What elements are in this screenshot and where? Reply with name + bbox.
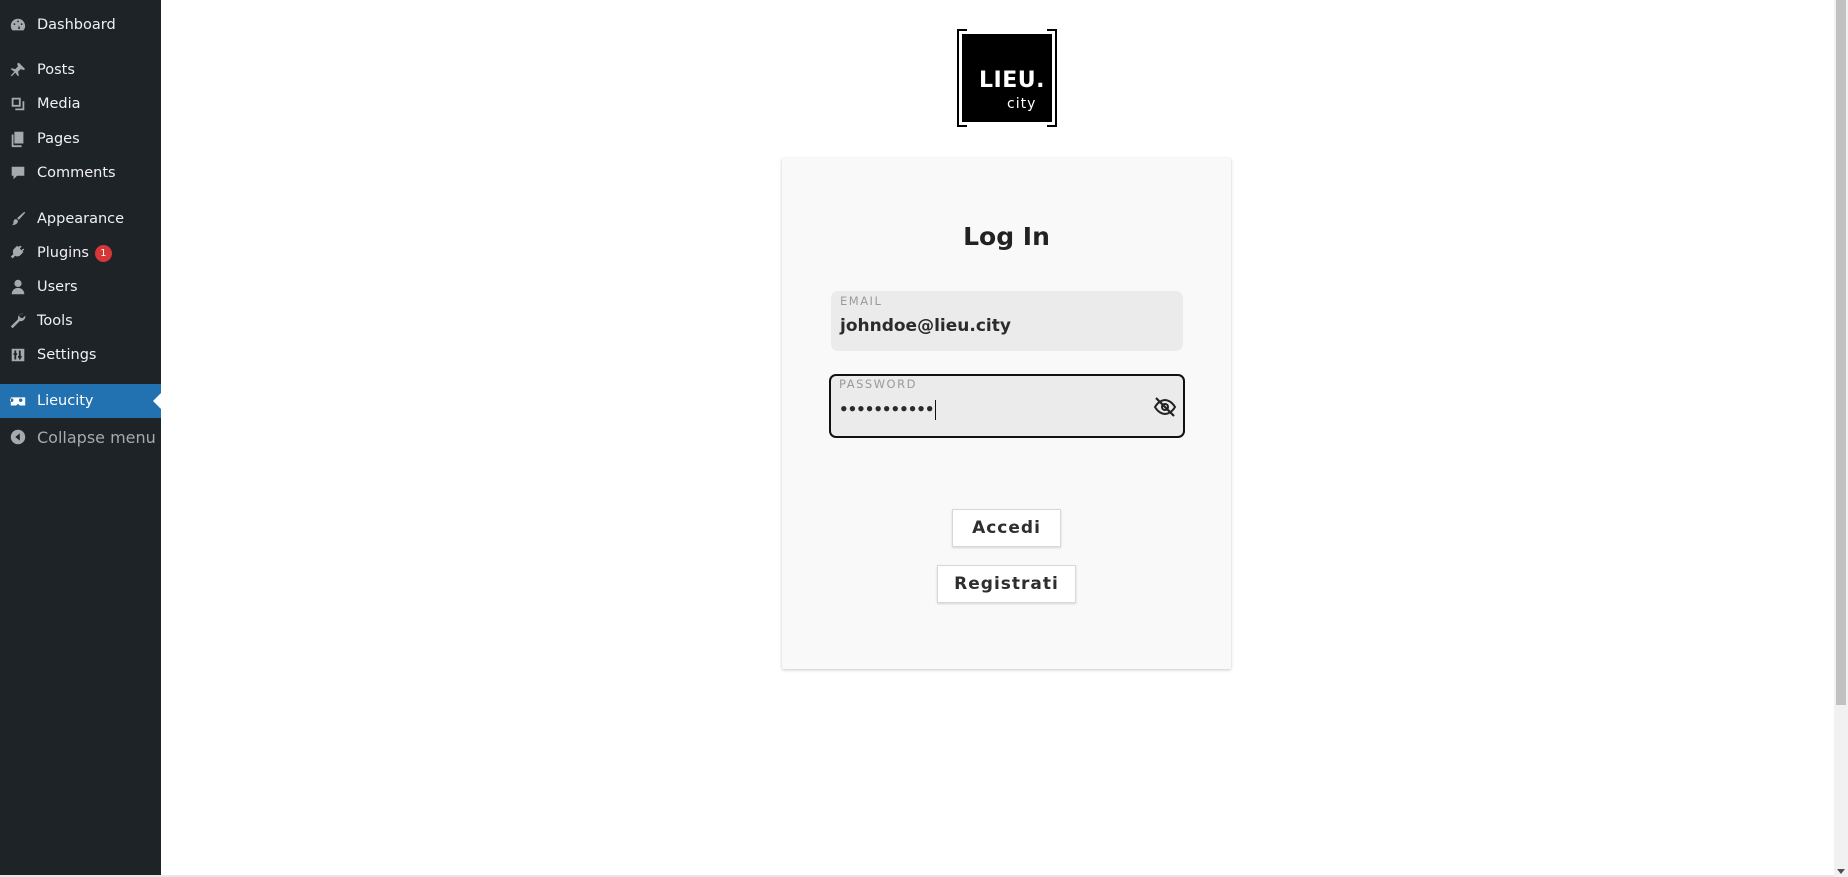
pages-icon: [8, 129, 28, 149]
sidebar-item-comments[interactable]: Comments: [0, 156, 161, 190]
text-caret: [935, 400, 937, 420]
vertical-scrollbar[interactable]: [1834, 0, 1848, 877]
sidebar-item-label: Posts: [37, 62, 75, 78]
sidebar-item-label: Comments: [37, 165, 116, 181]
user-icon: [8, 277, 28, 297]
sidebar-item-label: Users: [37, 279, 78, 295]
paintbrush-icon: [8, 209, 28, 229]
sidebar-item-lieucity[interactable]: Lieucity: [0, 384, 161, 418]
password-value: •••••••••••: [839, 400, 937, 420]
wrench-icon: [8, 311, 28, 331]
sidebar-item-pages[interactable]: Pages: [0, 122, 161, 156]
login-title: Log In: [963, 222, 1050, 251]
comment-icon: [8, 163, 28, 183]
hide-password-icon[interactable]: [1153, 396, 1177, 418]
settings-icon: [8, 345, 28, 365]
sidebar-item-label: Tools: [37, 313, 73, 329]
sidebar-item-settings[interactable]: Settings: [0, 338, 161, 372]
sidebar-item-label: Dashboard: [37, 17, 116, 33]
email-field[interactable]: EMAIL johndoe@lieu.city: [831, 291, 1183, 351]
sidebar-item-label: Appearance: [37, 211, 125, 227]
sidebar-item-label: Lieucity: [37, 393, 94, 409]
login-card: Log In EMAIL johndoe@lieu.city PASSWORD …: [782, 158, 1231, 669]
password-label: PASSWORD: [839, 377, 917, 391]
plug-icon: [8, 243, 28, 263]
pin-icon: [8, 60, 28, 80]
collapse-icon: [8, 427, 28, 447]
sidebar-item-plugins[interactable]: Plugins 1: [0, 236, 161, 270]
sidebar-item-tools[interactable]: Tools: [0, 304, 161, 338]
sidebar-item-dashboard[interactable]: Dashboard: [0, 8, 161, 42]
dashboard-icon: [8, 15, 28, 35]
update-count-badge: 1: [94, 244, 112, 262]
admin-sidebar: Dashboard Posts Media Pages Comments App…: [0, 0, 161, 877]
password-mask: •••••••••••: [839, 400, 934, 419]
email-label: EMAIL: [840, 294, 883, 308]
collapse-menu-label: Collapse menu: [37, 427, 156, 447]
vr-goggles-icon: [8, 391, 28, 411]
lieu-city-logo: LIEU. city: [957, 29, 1057, 127]
sidebar-item-label: Media: [37, 96, 81, 112]
scrollbar-thumb[interactable]: [1836, 0, 1846, 705]
sidebar-item-posts[interactable]: Posts: [0, 53, 161, 87]
collapse-menu-button[interactable]: Collapse menu: [0, 420, 161, 454]
register-button[interactable]: Registrati: [937, 565, 1076, 603]
password-field[interactable]: PASSWORD •••••••••••: [829, 374, 1185, 438]
scroll-down-arrow-icon[interactable]: [1837, 869, 1845, 874]
sidebar-item-media[interactable]: Media: [0, 87, 161, 121]
sidebar-item-appearance[interactable]: Appearance: [0, 202, 161, 236]
sidebar-item-label: Pages: [37, 131, 80, 147]
login-button[interactable]: Accedi: [952, 509, 1061, 547]
sidebar-item-users[interactable]: Users: [0, 270, 161, 304]
sidebar-item-label: Plugins: [37, 245, 89, 261]
email-value: johndoe@lieu.city: [840, 316, 1011, 336]
media-icon: [8, 94, 28, 114]
logo-text-secondary: city: [1007, 96, 1037, 112]
logo-text-primary: LIEU.: [979, 68, 1045, 93]
sidebar-item-label: Settings: [37, 347, 97, 363]
